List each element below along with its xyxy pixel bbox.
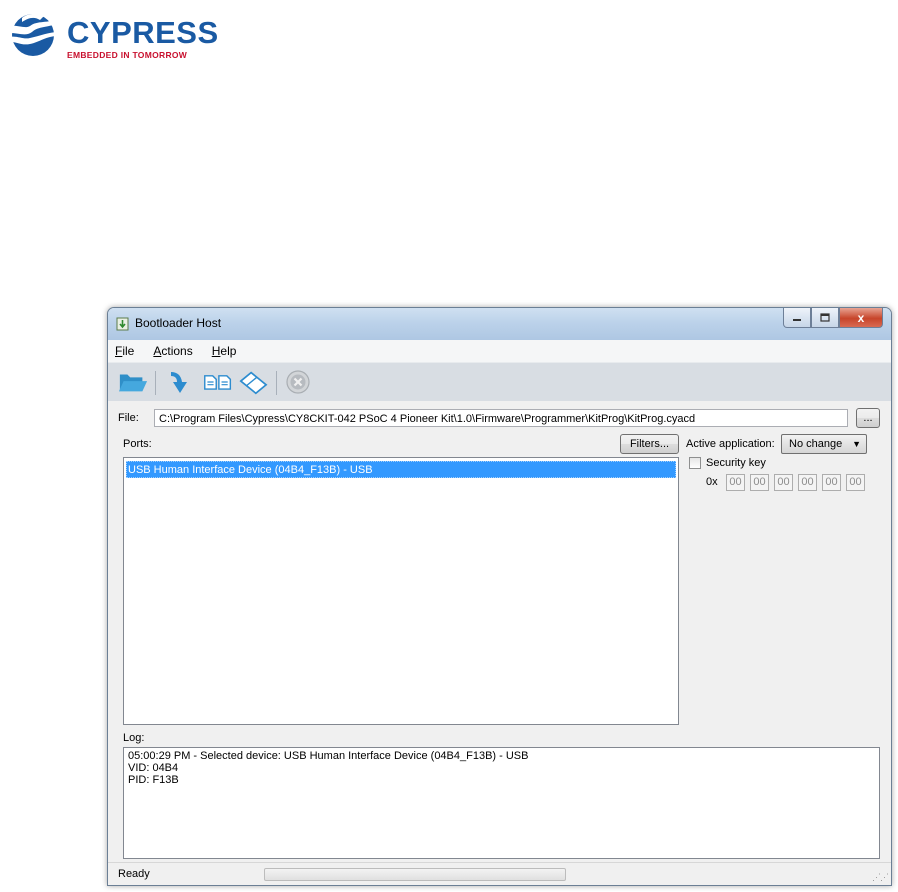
close-icon: x (857, 310, 865, 325)
minimize-button[interactable] (783, 308, 811, 328)
filters-button[interactable]: Filters... (620, 434, 679, 454)
verify-icon (204, 375, 232, 390)
key-byte-field[interactable]: 00 (846, 474, 865, 491)
abort-icon (286, 370, 310, 394)
browse-button[interactable]: ... (856, 408, 880, 428)
menu-file-label: ile (122, 344, 135, 358)
abort-button[interactable] (283, 368, 313, 396)
key-prefix: 0x (706, 476, 718, 488)
title-bar[interactable]: Bootloader Host x (108, 308, 891, 340)
dropdown-arrow-icon: ▼ (852, 439, 861, 449)
maximize-icon (820, 313, 830, 322)
app-icon (116, 317, 129, 331)
key-byte-field[interactable]: 00 (798, 474, 817, 491)
menu-file[interactable]: File (115, 344, 134, 358)
cypress-logo: CYPRESS EMBEDDED IN TOMORROW (0, 8, 218, 60)
active-application-value: No change (789, 438, 843, 450)
logo-name: CYPRESS (67, 15, 219, 50)
program-button[interactable] (166, 368, 196, 396)
status-text: Ready (118, 868, 150, 880)
menu-help-label: elp (220, 344, 237, 358)
folder-open-icon (118, 374, 148, 392)
key-byte-field[interactable]: 00 (726, 474, 745, 491)
active-application-label: Active application: (686, 438, 775, 450)
menu-help[interactable]: Help (212, 344, 237, 358)
toolbar (108, 362, 891, 401)
maximize-button[interactable] (811, 308, 839, 328)
ports-label: Ports: (123, 438, 152, 450)
log-line: PID: F13B (128, 774, 179, 786)
progress-bar (264, 868, 566, 881)
menu-bar: File Actions Help (108, 340, 891, 362)
cypress-globe-icon (2, 13, 62, 56)
bootloader-host-window: Bootloader Host x File Actions Help File… (107, 307, 892, 886)
verify-button[interactable] (203, 368, 233, 396)
key-byte-field[interactable]: 00 (822, 474, 841, 491)
erase-button[interactable] (238, 368, 268, 396)
toolbar-separator (276, 371, 277, 395)
active-application-select[interactable]: No change ▼ (781, 434, 867, 454)
window-controls: x (783, 308, 883, 328)
logo-tagline: EMBEDDED IN TOMORROW (67, 50, 188, 60)
toolbar-separator (155, 371, 156, 395)
minimize-icon (793, 318, 801, 321)
menu-actions[interactable]: Actions (153, 344, 192, 358)
ports-list[interactable]: USB Human Interface Device (04B4_F13B) -… (123, 457, 679, 725)
window-title: Bootloader Host (135, 316, 222, 330)
log-output[interactable]: 05:00:29 PM - Selected device: USB Human… (123, 747, 880, 859)
erase-icon (239, 371, 268, 395)
open-file-button[interactable] (118, 368, 148, 396)
status-bar: Ready ⋰⋰ (108, 862, 891, 885)
security-key-checkbox[interactable] (689, 457, 701, 469)
program-icon (171, 372, 187, 393)
file-path-field[interactable]: C:\Program Files\Cypress\CY8CKIT-042 PSo… (154, 409, 848, 427)
close-button[interactable]: x (839, 308, 883, 328)
key-byte-field[interactable]: 00 (750, 474, 769, 491)
port-item-selected[interactable]: USB Human Interface Device (04B4_F13B) -… (126, 461, 676, 478)
resize-grip-icon[interactable]: ⋰⋰ (872, 872, 889, 883)
menu-actions-label: ctions (161, 344, 193, 358)
log-line: VID: 04B4 (128, 762, 179, 774)
key-byte-field[interactable]: 00 (774, 474, 793, 491)
security-key-label: Security key (706, 457, 766, 469)
log-line: 05:00:29 PM - Selected device: USB Human… (128, 750, 529, 762)
file-label: File: (118, 412, 139, 424)
log-label: Log: (123, 732, 145, 744)
